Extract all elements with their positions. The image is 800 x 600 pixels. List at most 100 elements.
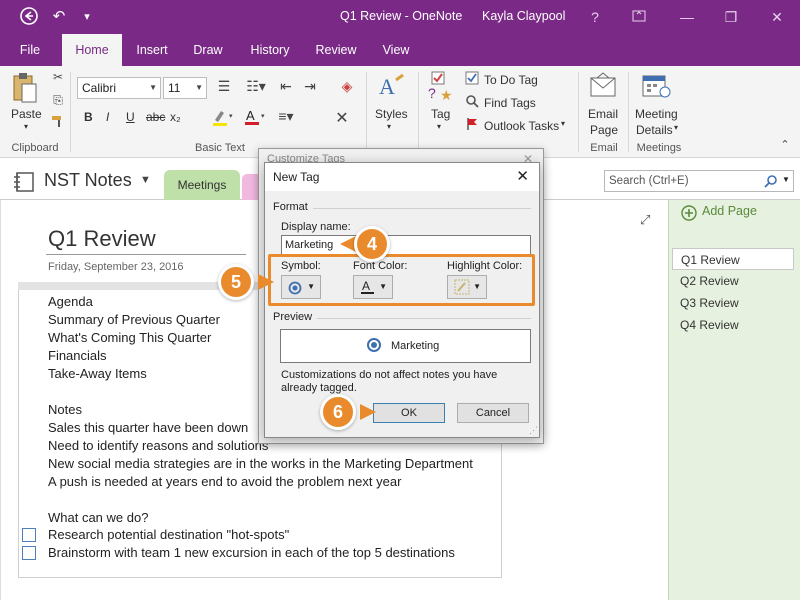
search-icon[interactable]: [764, 174, 778, 191]
underline-button[interactable]: U: [126, 110, 135, 124]
note-line[interactable]: Summary of Previous Quarter: [48, 312, 220, 327]
email-page-label-2[interactable]: Page: [590, 123, 618, 137]
tag-label[interactable]: Tag: [431, 107, 450, 121]
minimize-button[interactable]: —: [676, 6, 698, 28]
todo-checkbox[interactable]: [22, 546, 36, 560]
dialog-close-icon[interactable]: ✕: [516, 167, 529, 185]
subscript-button[interactable]: x₂: [170, 110, 181, 124]
cancel-button[interactable]: Cancel: [457, 403, 529, 423]
back-arrow-icon[interactable]: [18, 6, 40, 28]
cut-icon[interactable]: ✂: [50, 70, 66, 86]
note-line[interactable]: What can we do?: [48, 510, 148, 525]
help-icon[interactable]: ?: [584, 6, 606, 28]
tab-file[interactable]: File: [8, 34, 52, 66]
add-page-icon[interactable]: [681, 205, 697, 224]
meetings-group-label: Meetings: [636, 142, 682, 154]
display-name-input[interactable]: Marketing: [281, 235, 531, 255]
meeting-details-dropdown-icon[interactable]: ▾: [674, 123, 678, 132]
tab-draw[interactable]: Draw: [186, 34, 230, 66]
styles-icon[interactable]: A: [376, 72, 406, 102]
meeting-details-label-2[interactable]: Details: [636, 123, 673, 137]
email-page-icon[interactable]: [589, 72, 617, 100]
expand-icon[interactable]: ⤢: [640, 212, 650, 228]
undo-icon[interactable]: ↶: [48, 6, 70, 28]
note-line[interactable]: New social media strategies are in the w…: [48, 456, 473, 471]
tag-preview: Marketing: [280, 329, 531, 363]
page-title[interactable]: Q1 Review: [48, 226, 156, 252]
italic-button[interactable]: I: [106, 110, 109, 124]
note-line[interactable]: Sales this quarter have been down: [48, 420, 248, 435]
find-tags-button[interactable]: Find Tags: [484, 96, 536, 110]
close-button[interactable]: ✕: [766, 6, 788, 28]
collapse-ribbon-icon[interactable]: ⌃: [778, 138, 792, 151]
quick-access-dropdown-icon[interactable]: ▾: [76, 6, 98, 28]
copy-icon[interactable]: ⎘: [50, 93, 66, 109]
format-painter-icon[interactable]: [50, 115, 66, 131]
outlook-flag-icon[interactable]: [464, 117, 480, 133]
note-line[interactable]: Notes: [48, 402, 82, 417]
font-name-combo[interactable]: Calibri ▼: [77, 77, 161, 99]
section-tab-meetings[interactable]: Meetings: [164, 170, 240, 200]
note-line[interactable]: Agenda: [48, 294, 93, 309]
font-size-dropdown-icon[interactable]: ▼: [195, 78, 203, 98]
font-name-dropdown-icon[interactable]: ▼: [149, 78, 157, 98]
todo-tag-button[interactable]: To Do Tag: [484, 73, 538, 87]
tag-dropdown-icon[interactable]: ▾: [437, 122, 441, 131]
paste-icon[interactable]: [10, 72, 40, 103]
font-color-icon[interactable]: A ▾: [242, 108, 268, 126]
numbering-icon[interactable]: ☷▾: [242, 78, 270, 95]
note-line[interactable]: Take-Away Items: [48, 366, 147, 381]
paste-label[interactable]: Paste: [11, 107, 42, 121]
page-item-q1[interactable]: Q1 Review: [672, 248, 794, 270]
page-item-q3[interactable]: Q3 Review: [672, 292, 794, 314]
delete-icon[interactable]: ✕: [330, 108, 354, 128]
find-tags-icon[interactable]: [464, 94, 480, 110]
styles-dropdown-icon[interactable]: ▾: [387, 122, 391, 131]
styles-label[interactable]: Styles: [375, 107, 408, 121]
bullets-icon[interactable]: ☰: [212, 78, 236, 95]
svg-text:▾: ▾: [261, 113, 265, 120]
ribbon-display-icon[interactable]: [628, 6, 650, 28]
meeting-details-label-1[interactable]: Meeting: [635, 107, 678, 121]
tag-icon[interactable]: ? ★: [426, 70, 456, 104]
note-line[interactable]: Need to identify reasons and solutions: [48, 438, 268, 453]
todo-item[interactable]: Brainstorm with team 1 new excursion in …: [48, 545, 455, 560]
search-scope-dropdown-icon[interactable]: ▼: [782, 175, 790, 184]
font-size-combo[interactable]: 11 ▼: [163, 77, 207, 99]
todo-item[interactable]: Research potential destination "hot-spot…: [48, 527, 289, 542]
tab-insert[interactable]: Insert: [128, 34, 176, 66]
ribbon-tabs: File Home Insert Draw History Review Vie…: [0, 34, 800, 66]
note-line[interactable]: Financials: [48, 348, 107, 363]
todo-checkbox-icon[interactable]: [464, 71, 480, 87]
notebook-dropdown-icon[interactable]: ▼: [140, 174, 151, 186]
outlook-tasks-dropdown-icon[interactable]: ▾: [561, 119, 565, 128]
note-line[interactable]: What's Coming This Quarter: [48, 330, 211, 345]
strikethrough-button[interactable]: abc: [146, 110, 165, 124]
tab-history[interactable]: History: [242, 34, 298, 66]
todo-checkbox[interactable]: [22, 528, 36, 542]
add-page-button[interactable]: Add Page: [702, 204, 757, 218]
page-item-q2[interactable]: Q2 Review: [672, 270, 794, 292]
paste-dropdown-icon[interactable]: ▾: [24, 122, 28, 131]
outlook-tasks-button[interactable]: Outlook Tasks: [484, 119, 559, 133]
clear-formatting-icon[interactable]: ◈: [336, 78, 358, 95]
bold-button[interactable]: B: [84, 110, 93, 124]
ok-button[interactable]: OK: [373, 403, 445, 423]
tab-view[interactable]: View: [374, 34, 418, 66]
notebook-icon[interactable]: [14, 172, 36, 195]
tab-home[interactable]: Home: [62, 34, 122, 66]
tab-review[interactable]: Review: [308, 34, 364, 66]
email-page-label-1[interactable]: Email: [588, 107, 618, 121]
note-line[interactable]: A push is needed at years end to avoid t…: [48, 474, 401, 489]
notebook-name[interactable]: NST Notes: [44, 170, 132, 191]
page-item-q4[interactable]: Q4 Review: [672, 314, 794, 336]
decrease-indent-icon[interactable]: ⇤: [276, 78, 296, 95]
align-icon[interactable]: ≡▾: [274, 108, 298, 125]
user-name[interactable]: Kayla Claypool: [482, 9, 565, 23]
highlight-color-icon[interactable]: ▾: [210, 108, 236, 126]
resize-grip-icon[interactable]: ⋰: [529, 425, 538, 436]
increase-indent-icon[interactable]: ⇥: [300, 78, 320, 95]
restore-button[interactable]: ❐: [720, 6, 742, 28]
font-name-value: Calibri: [82, 81, 117, 95]
meeting-details-icon[interactable]: [641, 72, 671, 100]
